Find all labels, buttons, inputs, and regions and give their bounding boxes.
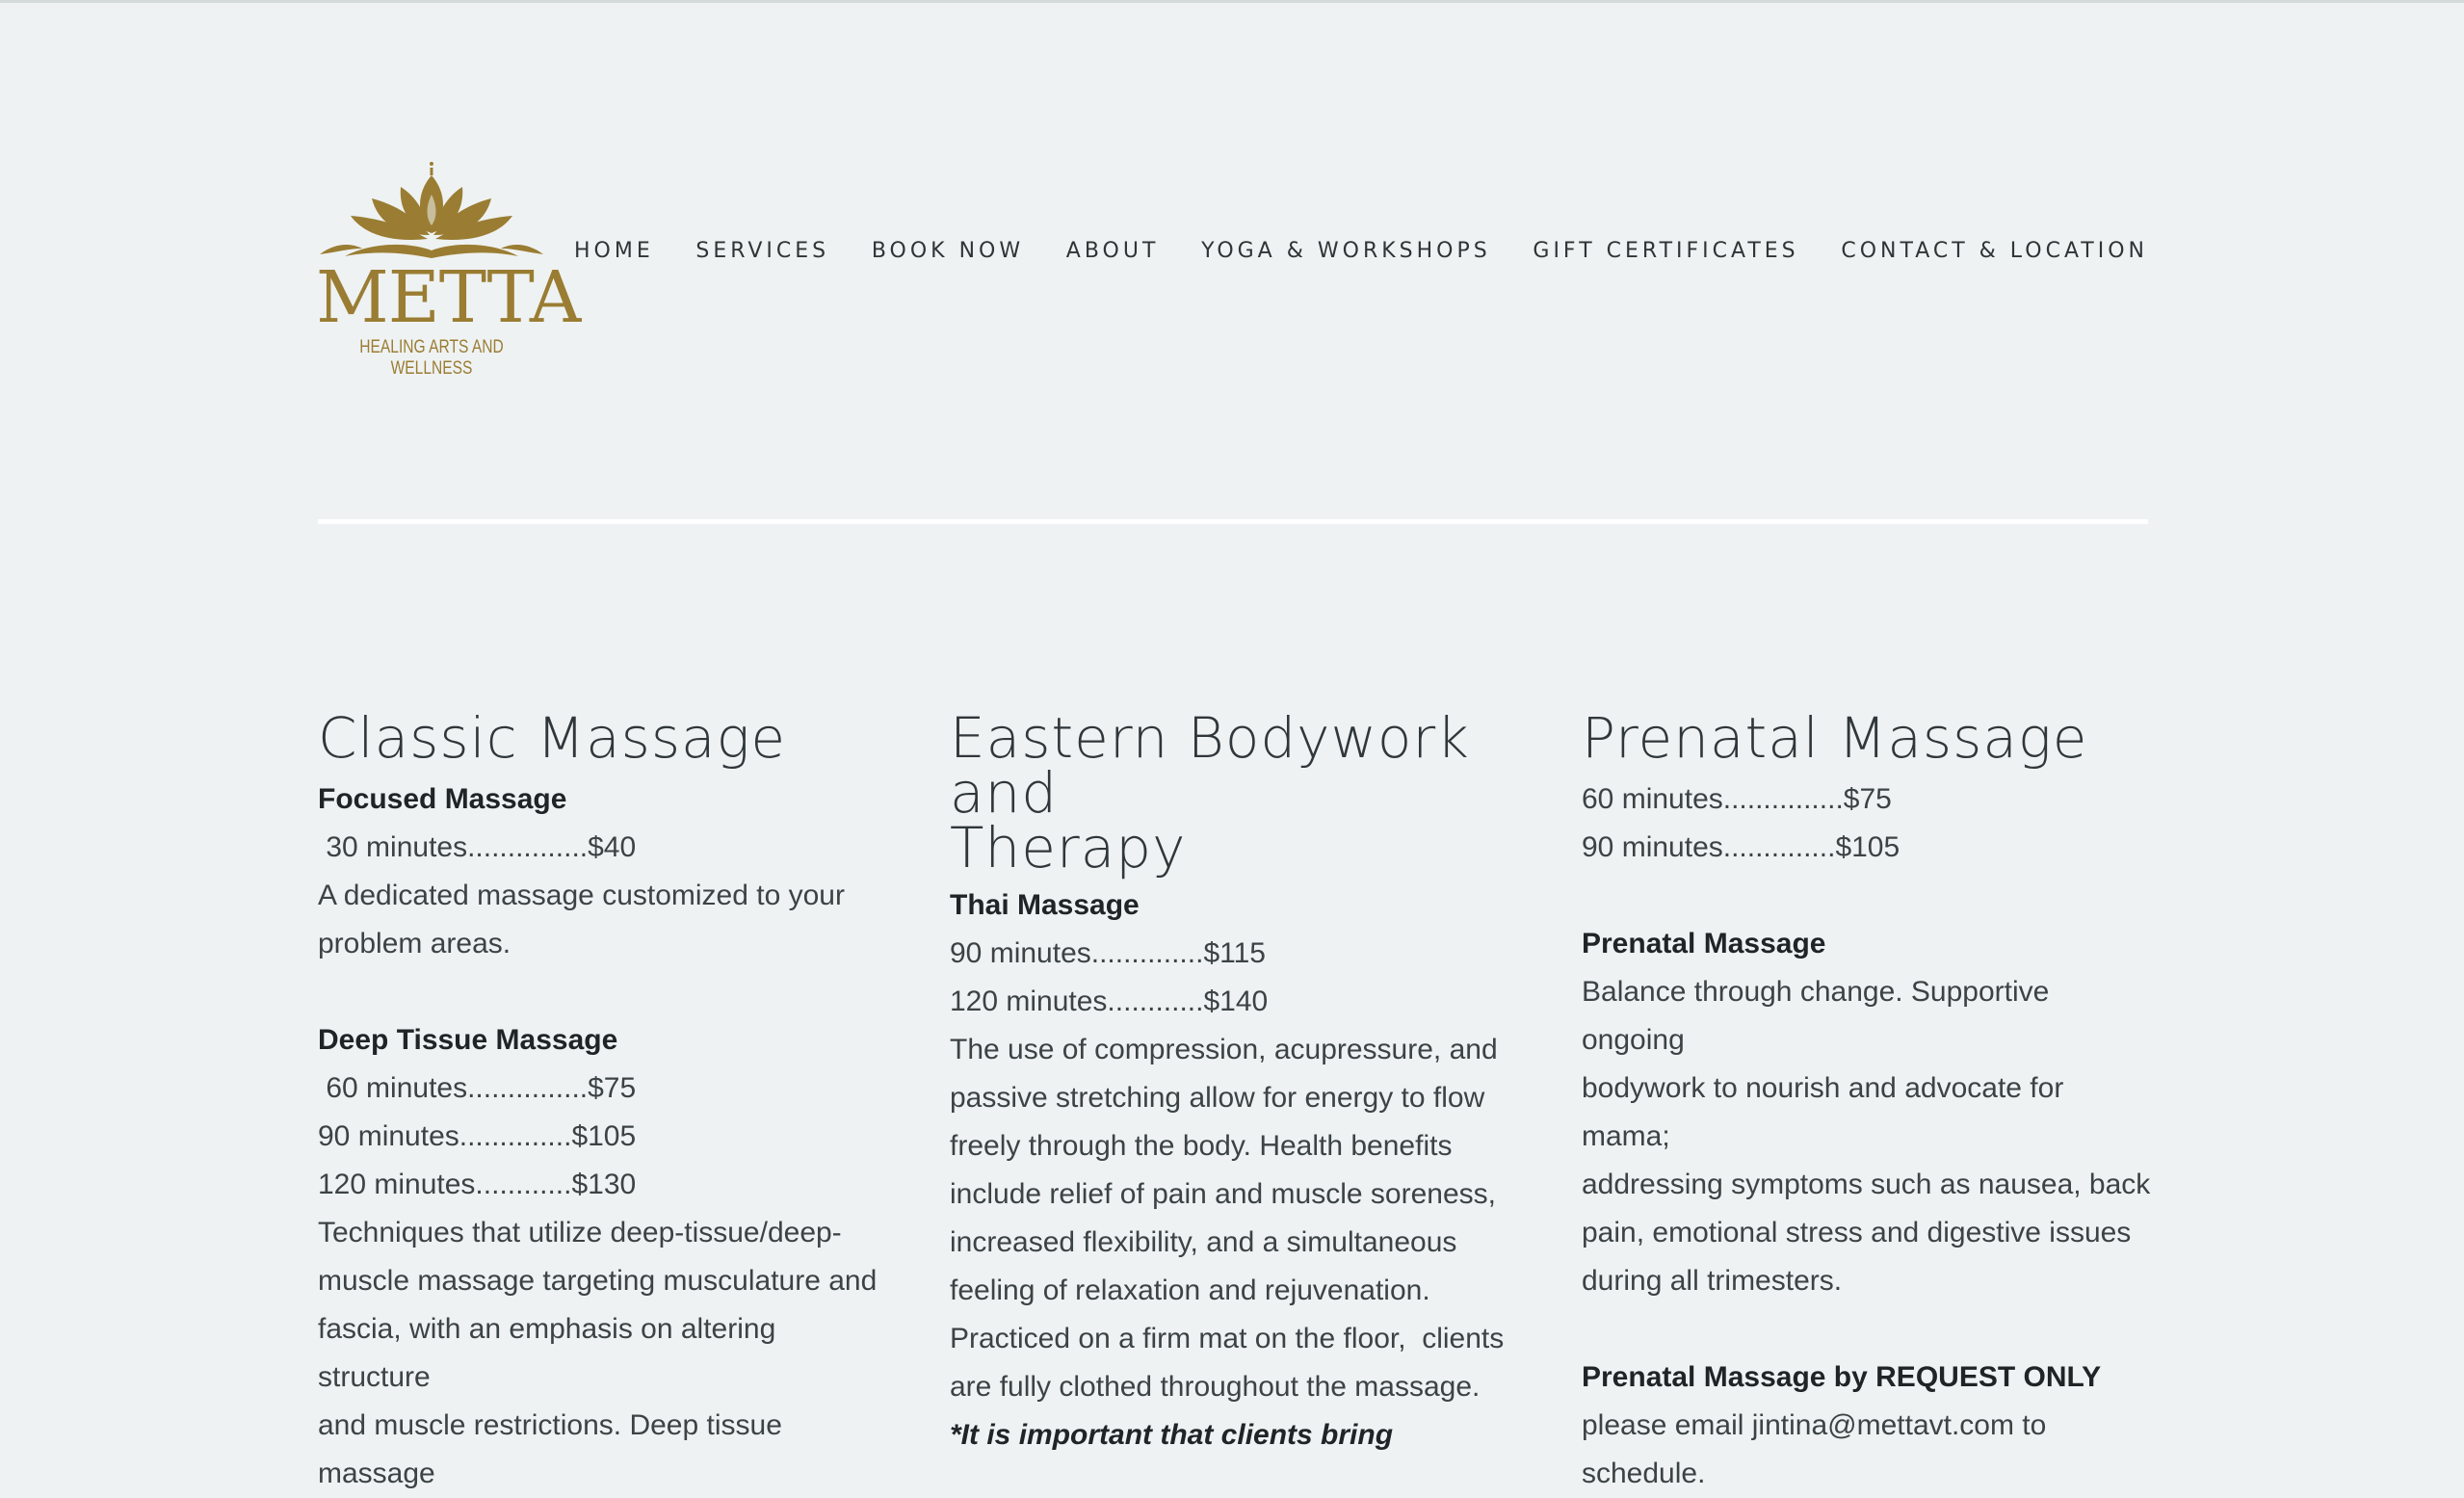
description-line: during all trimesters.	[1582, 1265, 1843, 1297]
service-title: Focused Massage	[318, 783, 567, 815]
nav-contact-location[interactable]: CONTACT & LOCATION	[1841, 239, 2148, 263]
nav-services[interactable]: SERVICES	[695, 239, 829, 263]
description-line: pain, emotional stress and digestive iss…	[1582, 1217, 2132, 1248]
description-line: The use of compression, acupressure, and	[950, 1034, 1498, 1065]
price-line: 90 minutes..............$105	[1582, 831, 1900, 863]
price-line: 120 minutes............$140	[950, 986, 1269, 1017]
note-line: *It is important that clients bring	[950, 1419, 1394, 1451]
description-line: passive stretching allow for energy to f…	[950, 1082, 1485, 1114]
nav-book-now[interactable]: BOOK NOW	[872, 239, 1024, 263]
logo-tagline: HEALING ARTS AND WELLNESS	[359, 337, 504, 379]
price-line: 60 minutes...............$75	[1582, 783, 1892, 815]
price-line: 90 minutes..............$105	[318, 1120, 637, 1152]
description-line: fascia, with an emphasis on altering str…	[318, 1313, 776, 1393]
section-title-line: Therapy	[950, 815, 1187, 880]
main-navigation: HOME SERVICES BOOK NOW ABOUT YOGA & WORK…	[574, 237, 2148, 264]
logo-wordmark: METTA	[316, 256, 581, 339]
description-line: increased flexibility, and a simultaneou…	[950, 1226, 1457, 1258]
description-line: problem areas.	[318, 928, 511, 959]
nav-about[interactable]: ABOUT	[1066, 239, 1160, 263]
description-line: addressing symptoms such as nausea, back	[1582, 1169, 2151, 1200]
description-line: Practiced on a firm mat on the floor, cl…	[950, 1323, 1505, 1354]
description-line: freely through the body. Health benefits	[950, 1130, 1453, 1162]
eastern-bodywork-column: Eastern Bodywork and Therapy Thai Massag…	[950, 710, 1528, 1459]
nav-home[interactable]: HOME	[574, 239, 654, 263]
classic-massage-column: Classic Massage Focused Massage 30 minut…	[318, 705, 896, 1498]
description-line: are fully clothed throughout the massage…	[950, 1371, 1481, 1403]
section-title-line: Eastern Bodywork and	[950, 705, 1470, 826]
description-line: Techniques that utilize deep-tissue/deep…	[318, 1217, 842, 1248]
section-title: Prenatal Massage	[1582, 705, 2088, 771]
section-title: Classic Massage	[318, 705, 787, 771]
description-line: schedule.	[1582, 1458, 1706, 1489]
description-line: Balance through change. Supportive ongoi…	[1582, 976, 2050, 1056]
price-line: 30 minutes...............$40	[318, 831, 637, 863]
service-title: Prenatal Massage by REQUEST ONLY	[1582, 1361, 2102, 1393]
description-line: and muscle restrictions. Deep tissue mas…	[318, 1409, 782, 1489]
price-line: 120 minutes............$130	[318, 1169, 637, 1200]
top-border	[0, 0, 2464, 3]
description-line: include relief of pain and muscle sorene…	[950, 1178, 1496, 1210]
description-line: muscle massage targeting musculature and	[318, 1265, 878, 1297]
nav-yoga-workshops[interactable]: YOGA & WORKSHOPS	[1201, 239, 1491, 263]
description-line: bodywork to nourish and advocate for mam…	[1582, 1072, 2064, 1152]
lotus-icon	[320, 162, 543, 258]
description-line: feeling of relaxation and rejuvenation.	[950, 1275, 1430, 1306]
price-line: 60 minutes...............$75	[318, 1072, 637, 1104]
description-line: A dedicated massage customized to your	[318, 880, 845, 911]
section-title: Eastern Bodywork and Therapy	[950, 710, 1528, 876]
email-line[interactable]: please email jintina@mettavt.com to	[1582, 1402, 2160, 1450]
prenatal-massage-column: Prenatal Massage 60 minutes.............…	[1582, 705, 2160, 1498]
metta-logo[interactable]: METTA HEALING ARTS AND WELLNESS	[316, 162, 581, 379]
nav-gift-certificates[interactable]: GIFT CERTIFICATES	[1533, 239, 1798, 263]
service-title: Prenatal Massage	[1582, 928, 1826, 959]
header-divider	[318, 519, 2148, 524]
price-line: 90 minutes..............$115	[950, 937, 1266, 969]
service-title: Thai Massage	[950, 889, 1140, 921]
service-title: Deep Tissue Massage	[318, 1024, 618, 1056]
